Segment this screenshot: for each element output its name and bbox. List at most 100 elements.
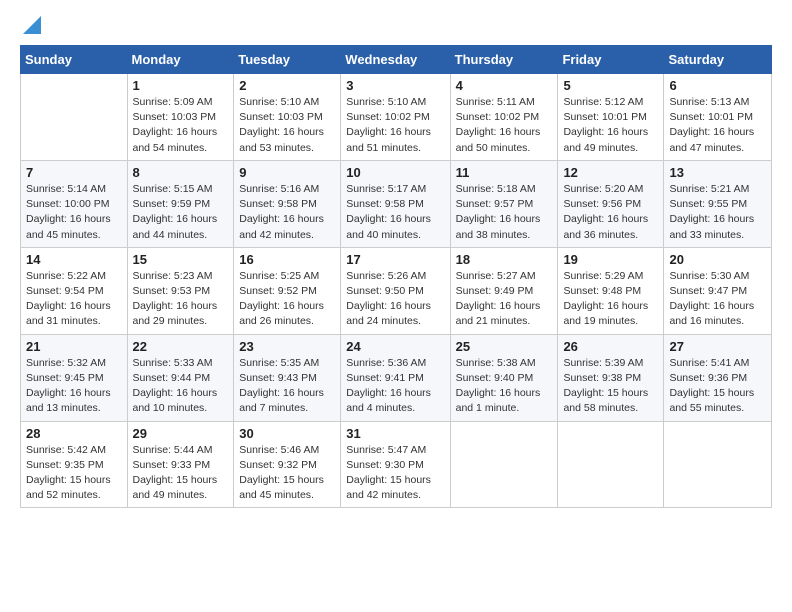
day-cell [664, 421, 772, 508]
day-cell: 22 Sunrise: 5:33 AM Sunset: 9:44 PM Dayli… [127, 334, 234, 421]
day-cell: 23 Sunrise: 5:35 AM Sunset: 9:43 PM Dayli… [234, 334, 341, 421]
day-cell: 26Sunrise: 5:39 AM Sunset: 9:38 PM Dayli… [558, 334, 664, 421]
day-cell: 30Sunrise: 5:46 AM Sunset: 9:32 PM Dayli… [234, 421, 341, 508]
day-cell: 31 Sunrise: 5:47 AM Sunset: 9:30 PM Dayli… [341, 421, 450, 508]
day-info: Sunrise: 5:20 AM Sunset: 9:56 PM Dayligh… [563, 182, 658, 243]
day-info: Sunrise: 5:25 AM Sunset: 9:52 PM Dayligh… [239, 269, 335, 330]
header-row: SundayMondayTuesdayWednesdayThursdayFrid… [21, 46, 772, 74]
day-cell: 10 Sunrise: 5:17 AM Sunset: 9:58 PM Dayli… [341, 160, 450, 247]
day-cell: 24 Sunrise: 5:36 AM Sunset: 9:41 PM Dayli… [341, 334, 450, 421]
day-number: 22 [133, 339, 229, 354]
day-info: Sunrise: 5:29 AM Sunset: 9:48 PM Dayligh… [563, 269, 658, 330]
day-info: Sunrise: 5:21 AM Sunset: 9:55 PM Dayligh… [669, 182, 766, 243]
day-cell: 19Sunrise: 5:29 AM Sunset: 9:48 PM Dayli… [558, 247, 664, 334]
day-info: Sunrise: 5:11 AM Sunset: 10:02 PM Daylig… [456, 95, 553, 156]
day-number: 29 [133, 426, 229, 441]
day-cell: 25 Sunrise: 5:38 AM Sunset: 9:40 PM Dayli… [450, 334, 558, 421]
day-number: 5 [563, 78, 658, 93]
day-cell [558, 421, 664, 508]
day-number: 26 [563, 339, 658, 354]
week-row-5: 28 Sunrise: 5:42 AM Sunset: 9:35 PM Dayli… [21, 421, 772, 508]
day-cell [450, 421, 558, 508]
day-cell: 13Sunrise: 5:21 AM Sunset: 9:55 PM Dayli… [664, 160, 772, 247]
day-cell: 2Sunrise: 5:10 AM Sunset: 10:03 PM Dayli… [234, 74, 341, 161]
day-cell: 28 Sunrise: 5:42 AM Sunset: 9:35 PM Dayli… [21, 421, 128, 508]
day-number: 21 [26, 339, 122, 354]
day-info: Sunrise: 5:10 AM Sunset: 10:03 PM Daylig… [239, 95, 335, 156]
day-number: 9 [239, 165, 335, 180]
day-info: Sunrise: 5:10 AM Sunset: 10:02 PM Daylig… [346, 95, 444, 156]
day-cell [21, 74, 128, 161]
day-number: 11 [456, 165, 553, 180]
day-info: Sunrise: 5:36 AM Sunset: 9:41 PM Dayligh… [346, 356, 444, 417]
day-info: Sunrise: 5:30 AM Sunset: 9:47 PM Dayligh… [669, 269, 766, 330]
day-cell: 11 Sunrise: 5:18 AM Sunset: 9:57 PM Dayli… [450, 160, 558, 247]
day-info: Sunrise: 5:15 AM Sunset: 9:59 PM Dayligh… [133, 182, 229, 243]
day-number: 30 [239, 426, 335, 441]
col-header-tuesday: Tuesday [234, 46, 341, 74]
logo-icon [23, 16, 41, 34]
week-row-2: 7 Sunrise: 5:14 AM Sunset: 10:00 PM Dayli… [21, 160, 772, 247]
day-number: 12 [563, 165, 658, 180]
day-number: 10 [346, 165, 444, 180]
day-info: Sunrise: 5:12 AM Sunset: 10:01 PM Daylig… [563, 95, 658, 156]
day-info: Sunrise: 5:44 AM Sunset: 9:33 PM Dayligh… [133, 443, 229, 504]
day-cell: 5 Sunrise: 5:12 AM Sunset: 10:01 PM Dayli… [558, 74, 664, 161]
day-number: 31 [346, 426, 444, 441]
day-info: Sunrise: 5:42 AM Sunset: 9:35 PM Dayligh… [26, 443, 122, 504]
day-info: Sunrise: 5:32 AM Sunset: 9:45 PM Dayligh… [26, 356, 122, 417]
day-cell: 8 Sunrise: 5:15 AM Sunset: 9:59 PM Daylig… [127, 160, 234, 247]
day-cell: 9Sunrise: 5:16 AM Sunset: 9:58 PM Daylig… [234, 160, 341, 247]
day-cell: 1Sunrise: 5:09 AM Sunset: 10:03 PM Dayli… [127, 74, 234, 161]
day-cell: 12 Sunrise: 5:20 AM Sunset: 9:56 PM Dayli… [558, 160, 664, 247]
calendar-table: SundayMondayTuesdayWednesdayThursdayFrid… [20, 45, 772, 508]
day-info: Sunrise: 5:13 AM Sunset: 10:01 PM Daylig… [669, 95, 766, 156]
day-number: 25 [456, 339, 553, 354]
day-number: 8 [133, 165, 229, 180]
day-cell: 21 Sunrise: 5:32 AM Sunset: 9:45 PM Dayli… [21, 334, 128, 421]
day-cell: 4Sunrise: 5:11 AM Sunset: 10:02 PM Dayli… [450, 74, 558, 161]
day-info: Sunrise: 5:38 AM Sunset: 9:40 PM Dayligh… [456, 356, 553, 417]
day-cell: 29 Sunrise: 5:44 AM Sunset: 9:33 PM Dayli… [127, 421, 234, 508]
day-cell: 6 Sunrise: 5:13 AM Sunset: 10:01 PM Dayli… [664, 74, 772, 161]
day-number: 7 [26, 165, 122, 180]
day-cell: 17 Sunrise: 5:26 AM Sunset: 9:50 PM Dayli… [341, 247, 450, 334]
day-info: Sunrise: 5:26 AM Sunset: 9:50 PM Dayligh… [346, 269, 444, 330]
day-info: Sunrise: 5:47 AM Sunset: 9:30 PM Dayligh… [346, 443, 444, 504]
day-number: 24 [346, 339, 444, 354]
day-cell: 16 Sunrise: 5:25 AM Sunset: 9:52 PM Dayli… [234, 247, 341, 334]
day-info: Sunrise: 5:35 AM Sunset: 9:43 PM Dayligh… [239, 356, 335, 417]
day-info: Sunrise: 5:14 AM Sunset: 10:00 PM Daylig… [26, 182, 122, 243]
day-number: 17 [346, 252, 444, 267]
day-info: Sunrise: 5:27 AM Sunset: 9:49 PM Dayligh… [456, 269, 553, 330]
col-header-saturday: Saturday [664, 46, 772, 74]
day-info: Sunrise: 5:18 AM Sunset: 9:57 PM Dayligh… [456, 182, 553, 243]
day-info: Sunrise: 5:33 AM Sunset: 9:44 PM Dayligh… [133, 356, 229, 417]
day-info: Sunrise: 5:17 AM Sunset: 9:58 PM Dayligh… [346, 182, 444, 243]
day-number: 18 [456, 252, 553, 267]
week-row-3: 14Sunrise: 5:22 AM Sunset: 9:54 PM Dayli… [21, 247, 772, 334]
day-number: 1 [133, 78, 229, 93]
col-header-friday: Friday [558, 46, 664, 74]
day-cell: 15 Sunrise: 5:23 AM Sunset: 9:53 PM Dayli… [127, 247, 234, 334]
day-cell: 27 Sunrise: 5:41 AM Sunset: 9:36 PM Dayli… [664, 334, 772, 421]
week-row-1: 1Sunrise: 5:09 AM Sunset: 10:03 PM Dayli… [21, 74, 772, 161]
day-number: 6 [669, 78, 766, 93]
day-cell: 20Sunrise: 5:30 AM Sunset: 9:47 PM Dayli… [664, 247, 772, 334]
day-info: Sunrise: 5:41 AM Sunset: 9:36 PM Dayligh… [669, 356, 766, 417]
day-number: 28 [26, 426, 122, 441]
day-number: 15 [133, 252, 229, 267]
day-info: Sunrise: 5:23 AM Sunset: 9:53 PM Dayligh… [133, 269, 229, 330]
day-cell: 14Sunrise: 5:22 AM Sunset: 9:54 PM Dayli… [21, 247, 128, 334]
day-number: 3 [346, 78, 444, 93]
col-header-sunday: Sunday [21, 46, 128, 74]
week-row-4: 21 Sunrise: 5:32 AM Sunset: 9:45 PM Dayli… [21, 334, 772, 421]
day-number: 23 [239, 339, 335, 354]
header [20, 16, 772, 39]
logo [20, 16, 41, 39]
day-number: 27 [669, 339, 766, 354]
day-number: 14 [26, 252, 122, 267]
col-header-thursday: Thursday [450, 46, 558, 74]
day-cell: 18 Sunrise: 5:27 AM Sunset: 9:49 PM Dayli… [450, 247, 558, 334]
day-number: 16 [239, 252, 335, 267]
